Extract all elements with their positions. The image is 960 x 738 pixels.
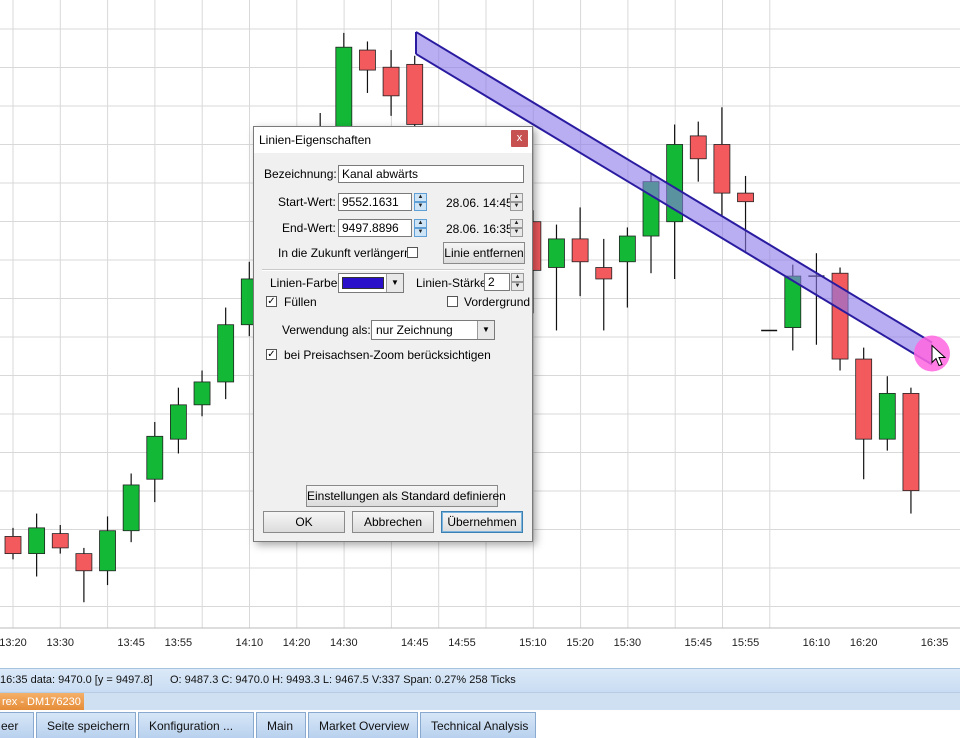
x-tick-label: 15:55 (732, 637, 760, 649)
chevron-down-icon: ▼ (477, 321, 494, 339)
candle-body (170, 404, 187, 440)
foreground-checkbox[interactable] (447, 296, 458, 307)
candle-body (122, 484, 140, 532)
label-line-color: Linien-Farbe: (270, 276, 341, 290)
mouse-cursor (914, 335, 950, 372)
label-foreground: Vordergrund (464, 295, 531, 309)
bezeichnung-input[interactable]: Kanal abwärts (338, 165, 524, 183)
start-value-input[interactable]: 9552.1631 (338, 193, 412, 211)
line-width-stepper[interactable]: ▲ ▼ (511, 273, 524, 291)
candle-body (217, 324, 235, 383)
candle-body (618, 235, 636, 263)
apply-button[interactable]: Übernehmen (441, 511, 523, 533)
line-color-picker[interactable]: ▼ (338, 273, 404, 293)
extend-future-checkbox[interactable] (407, 247, 418, 258)
separator (262, 269, 524, 271)
x-tick-label: 15:10 (519, 637, 547, 649)
x-tick-label: 16:35 (921, 637, 949, 649)
close-button[interactable]: x (511, 130, 528, 147)
x-tick-label: 14:30 (330, 637, 358, 649)
label-zoom: bei Preisachsen-Zoom berücksichtigen (284, 348, 491, 362)
chevron-down-icon: ▼ (386, 274, 403, 292)
dialog-titlebar[interactable]: Linien-Eigenschaften x (254, 127, 532, 153)
tab-technical-analysis[interactable]: Technical Analysis (420, 712, 536, 738)
end-value-input[interactable]: 9497.8896 (338, 219, 412, 237)
label-line-width: Linien-Stärke: (416, 276, 491, 290)
x-tick-label: 14:10 (236, 637, 264, 649)
candle-body (51, 533, 69, 549)
label-end-wert: End-Wert: (282, 221, 336, 235)
tab-market-overview[interactable]: Market Overview (308, 712, 418, 738)
start-time: 28.06. 14:45 (446, 196, 513, 210)
candle-body (335, 46, 353, 131)
candle-body (28, 527, 46, 555)
candle-body (4, 536, 22, 555)
status-bar: 16:35 data: 9470.0 [y = 9497.8] O: 9487.… (0, 668, 960, 693)
candle-body (359, 49, 376, 71)
set-default-button[interactable]: Einstellungen als Standard definieren (306, 485, 506, 507)
tab-seite-speichern[interactable]: Seite speichern (36, 712, 136, 738)
label-usage: Verwendung als: (282, 323, 371, 337)
end-time-stepper[interactable]: ▲ ▼ (510, 219, 523, 237)
window-taskbar: rex - DM176230 (0, 692, 960, 711)
label-fill: Füllen (284, 295, 317, 309)
candle-body (406, 63, 424, 125)
x-tick-label: 15:30 (614, 637, 642, 649)
x-tick-label: 13:30 (46, 637, 74, 649)
x-tick-label: 16:10 (803, 637, 831, 649)
cancel-button[interactable]: Abbrechen (352, 511, 434, 533)
x-tick-label: 16:20 (850, 637, 878, 649)
x-tick-label: 13:55 (165, 637, 193, 649)
candle-body (75, 553, 93, 572)
line-color-swatch (342, 277, 384, 289)
candle-body (193, 381, 211, 406)
candle-body (382, 66, 400, 97)
ok-button[interactable]: OK (263, 511, 345, 533)
tab-partial[interactable]: eer (0, 712, 34, 738)
x-tick-label: 15:45 (685, 637, 713, 649)
label-start-wert: Start-Wert: (278, 195, 336, 209)
candle-body (99, 530, 116, 572)
candle-body (855, 358, 873, 440)
usage-selected-value: nur Zeichnung (376, 323, 453, 337)
x-tick-label: 13:20 (0, 637, 27, 649)
zoom-checkbox[interactable]: ✓ (266, 349, 277, 360)
candle-body (146, 435, 164, 480)
candle-body (713, 144, 731, 194)
candle-body (902, 392, 920, 492)
x-tick-label: 15:20 (566, 637, 594, 649)
tab-konfiguration[interactable]: Konfiguration ... (138, 712, 254, 738)
candle-body (689, 135, 707, 160)
candle-body (737, 192, 754, 203)
x-tick-label: 14:55 (448, 637, 476, 649)
label-extend-future: In die Zukunft verlängern: (278, 246, 415, 260)
x-tick-label: 13:45 (117, 637, 145, 649)
status-ohlc-readout: O: 9487.3 C: 9470.0 H: 9493.3 L: 9467.5 … (170, 674, 516, 686)
status-cursor-readout: 16:35 data: 9470.0 [y = 9497.8] (0, 674, 153, 686)
start-value-stepper[interactable]: ▲ ▼ (414, 193, 427, 211)
end-time: 28.06. 16:35 (446, 222, 513, 236)
line-width-input[interactable]: 2 (484, 273, 510, 291)
remove-line-button[interactable]: Linie entfernen (443, 242, 525, 264)
x-tick-label: 14:45 (401, 637, 429, 649)
start-time-stepper[interactable]: ▲ ▼ (510, 193, 523, 211)
line-properties-dialog: Linien-Eigenschaften x Bezeichnung: Kana… (253, 126, 533, 542)
fill-checkbox[interactable]: ✓ (266, 296, 277, 307)
tab-main[interactable]: Main (256, 712, 306, 738)
candle-body (595, 267, 613, 280)
tab-strip: eer Seite speichern Konfiguration ... Ma… (0, 710, 960, 738)
time-axis: 13:20 13:30 13:45 13:55 14:10 14:20 14:30 14:45… (0, 637, 948, 649)
usage-select[interactable]: nur Zeichnung ▼ (371, 320, 495, 340)
label-bezeichnung: Bezeichnung: (264, 167, 337, 181)
x-tick-label: 14:20 (283, 637, 311, 649)
candle-body (571, 238, 589, 263)
candle-body (548, 238, 565, 268)
end-value-stepper[interactable]: ▲ ▼ (414, 219, 427, 237)
dialog-title: Linien-Eigenschaften (259, 133, 372, 147)
window-task[interactable]: rex - DM176230 (0, 693, 84, 711)
candle-body (878, 392, 896, 440)
